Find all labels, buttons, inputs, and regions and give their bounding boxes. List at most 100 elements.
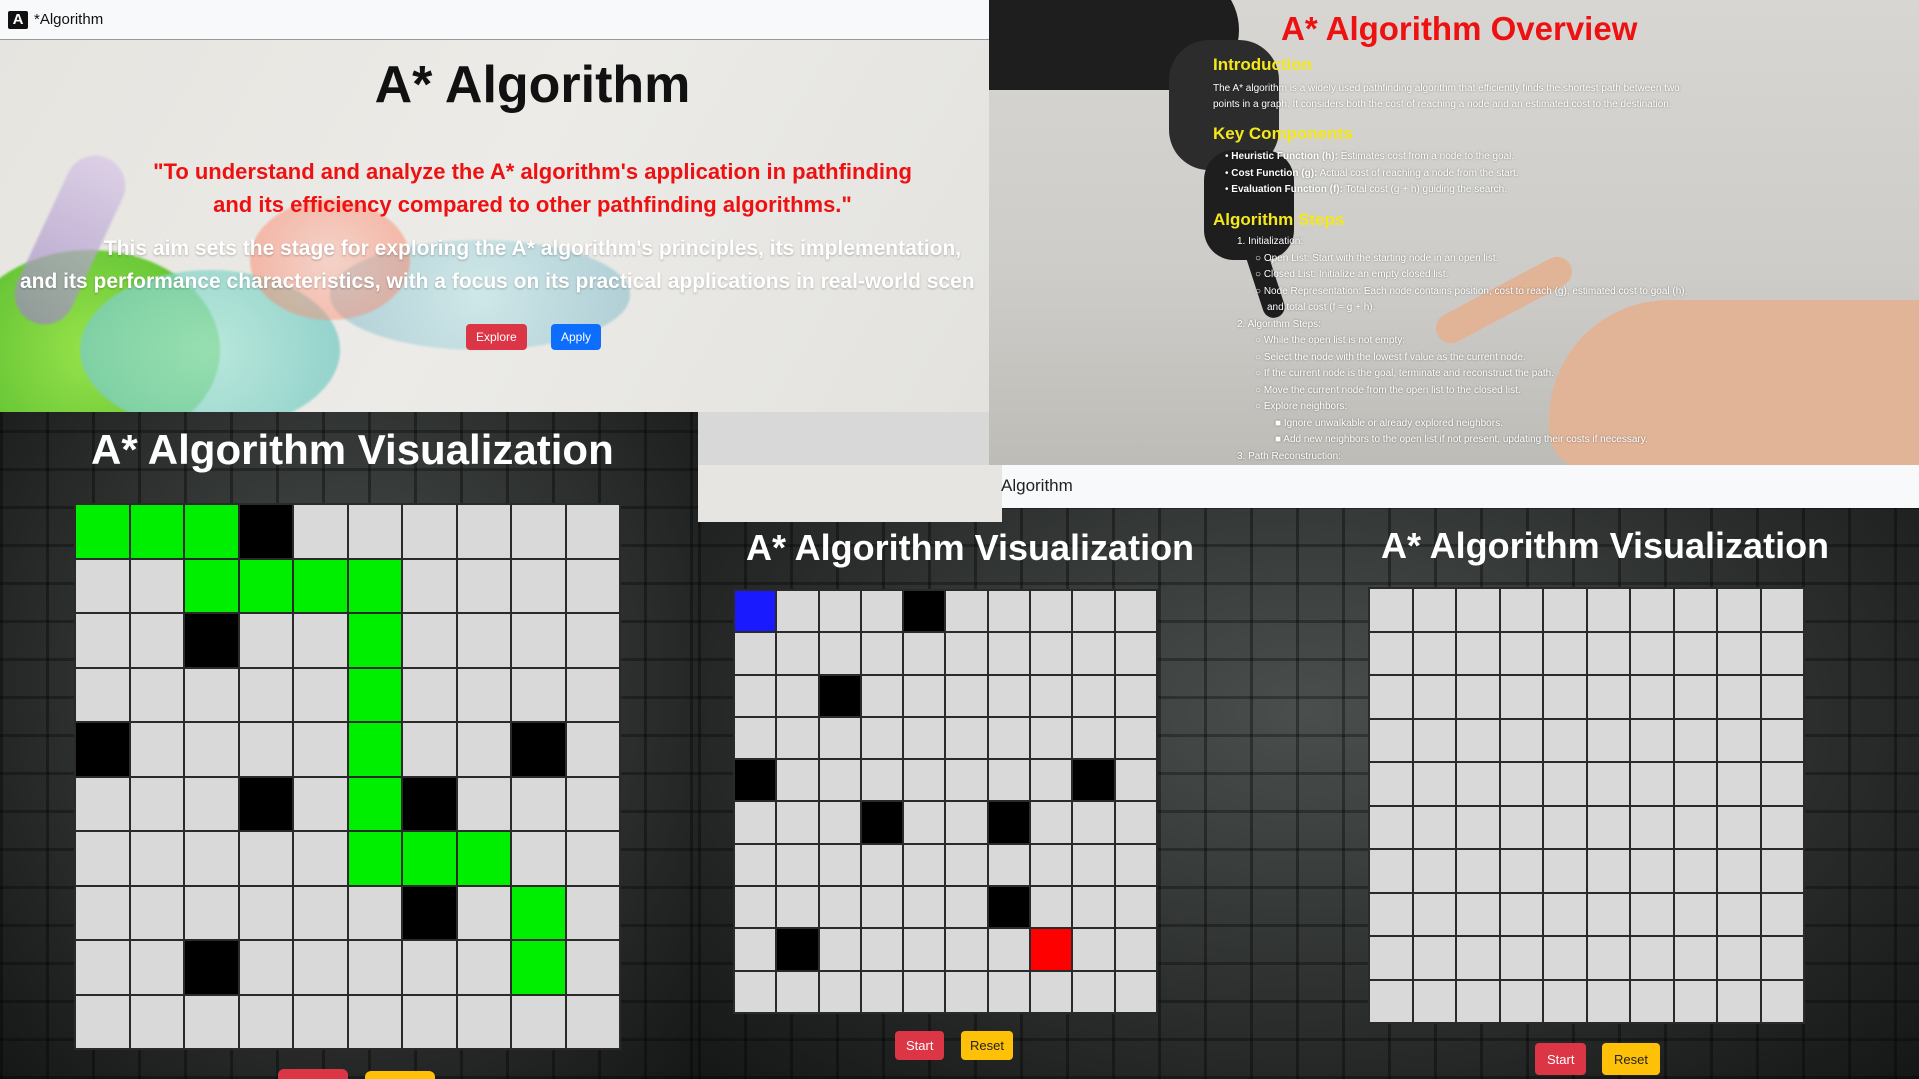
grid-cell[interactable] — [1718, 850, 1760, 892]
grid-cell[interactable] — [819, 760, 860, 801]
grid-cell[interactable] — [861, 971, 903, 1012]
grid-cell[interactable] — [566, 505, 619, 558]
grid-cell[interactable] — [1544, 806, 1586, 848]
grid-cell[interactable] — [988, 717, 1030, 759]
grid-cell[interactable] — [1761, 806, 1803, 848]
grid-cell[interactable] — [1631, 806, 1673, 848]
grid-cell[interactable] — [735, 717, 776, 759]
grid-cell[interactable] — [348, 995, 401, 1048]
grid-cell[interactable] — [904, 802, 945, 843]
grid-cell[interactable] — [1073, 971, 1114, 1012]
grid-cell[interactable] — [1718, 893, 1760, 935]
grid-cell[interactable] — [777, 675, 818, 716]
wall-cell[interactable] — [988, 802, 1030, 843]
grid-cell[interactable] — [735, 802, 776, 843]
grid-cell[interactable] — [348, 886, 401, 939]
grid-cell[interactable] — [1718, 980, 1760, 1022]
grid-cell[interactable] — [294, 777, 347, 830]
grid-cell[interactable] — [777, 971, 818, 1012]
grid-cell[interactable] — [239, 832, 292, 885]
grid-cell[interactable] — [76, 777, 129, 830]
wall-cell[interactable] — [904, 591, 945, 632]
grid-cell[interactable] — [566, 832, 619, 885]
path-cell[interactable] — [512, 941, 565, 994]
grid-cell[interactable] — [294, 668, 347, 721]
grid-cell[interactable] — [1674, 763, 1716, 805]
grid-cell[interactable] — [1115, 675, 1156, 716]
grid-cell[interactable] — [457, 505, 510, 558]
grid-cell[interactable] — [946, 633, 987, 674]
grid-cell[interactable] — [1761, 980, 1803, 1022]
grid-cell[interactable] — [130, 777, 183, 830]
grid-cell[interactable] — [403, 505, 456, 558]
grid-cell[interactable] — [1761, 719, 1803, 761]
path-cell[interactable] — [294, 559, 347, 612]
grid-cell[interactable] — [566, 559, 619, 612]
grid-cell[interactable] — [457, 886, 510, 939]
grid-cell[interactable] — [1674, 632, 1716, 674]
grid-cell[interactable] — [1115, 929, 1156, 970]
grid-cell[interactable] — [1631, 763, 1673, 805]
grid-cell[interactable] — [1413, 589, 1455, 631]
grid-cell[interactable] — [1500, 632, 1542, 674]
grid-cell[interactable] — [1761, 632, 1803, 674]
grid-cell[interactable] — [76, 668, 129, 721]
grid-cell[interactable] — [566, 941, 619, 994]
wall-cell[interactable] — [185, 614, 238, 667]
grid-cell[interactable] — [239, 941, 292, 994]
grid-cell[interactable] — [861, 760, 903, 801]
grid-cell[interactable] — [566, 723, 619, 776]
grid-cell[interactable] — [819, 591, 860, 632]
grid-cell[interactable] — [819, 929, 860, 970]
grid-cell[interactable] — [1500, 893, 1542, 935]
grid-cell[interactable] — [1073, 887, 1114, 928]
grid-cell[interactable] — [946, 929, 987, 970]
grid-cell[interactable] — [861, 717, 903, 759]
wall-cell[interactable] — [239, 505, 292, 558]
grid-cell[interactable] — [1718, 937, 1760, 979]
wall-cell[interactable] — [1073, 760, 1114, 801]
grid-cell[interactable] — [1674, 893, 1716, 935]
grid-cell[interactable] — [1370, 763, 1412, 805]
grid-cell[interactable] — [946, 717, 987, 759]
grid-cell[interactable] — [861, 675, 903, 716]
grid-cell[interactable] — [946, 802, 987, 843]
grid-cell[interactable] — [1413, 763, 1455, 805]
grid-cell[interactable] — [946, 675, 987, 716]
grid-cell[interactable] — [1544, 589, 1586, 631]
grid-cell[interactable] — [130, 668, 183, 721]
path-cell[interactable] — [348, 614, 401, 667]
path-cell[interactable] — [185, 505, 238, 558]
grid-cell[interactable] — [1544, 632, 1586, 674]
grid-cell[interactable] — [457, 614, 510, 667]
grid-cell[interactable] — [185, 723, 238, 776]
grid-cell[interactable] — [1115, 887, 1156, 928]
grid-cell[interactable] — [403, 668, 456, 721]
start-button[interactable]: Start — [1535, 1043, 1587, 1075]
grid-cell[interactable] — [904, 844, 945, 886]
apply-button[interactable]: Apply — [551, 324, 602, 350]
grid-cell[interactable] — [185, 995, 238, 1048]
grid-cell[interactable] — [1457, 980, 1499, 1022]
grid-cell[interactable] — [1631, 589, 1673, 631]
grid-cell[interactable] — [1413, 850, 1455, 892]
grid-cell[interactable] — [946, 887, 987, 928]
grid-cell[interactable] — [988, 929, 1030, 970]
path-cell[interactable] — [348, 723, 401, 776]
grid-cell[interactable] — [130, 723, 183, 776]
grid-cell[interactable] — [1031, 717, 1072, 759]
grid-cell[interactable] — [1031, 675, 1072, 716]
grid-cell[interactable] — [1457, 719, 1499, 761]
grid-cell[interactable] — [457, 668, 510, 721]
grid-cell[interactable] — [777, 887, 818, 928]
grid-cell[interactable] — [1500, 763, 1542, 805]
grid-cell[interactable] — [1761, 676, 1803, 718]
grid-cell[interactable] — [904, 971, 945, 1012]
grid-cell[interactable] — [1370, 937, 1412, 979]
grid-cell[interactable] — [735, 929, 776, 970]
grid-cell[interactable] — [1674, 850, 1716, 892]
grid-cell[interactable] — [861, 929, 903, 970]
grid-cell[interactable] — [1073, 717, 1114, 759]
wall-cell[interactable] — [403, 886, 456, 939]
grid-cell[interactable] — [130, 941, 183, 994]
